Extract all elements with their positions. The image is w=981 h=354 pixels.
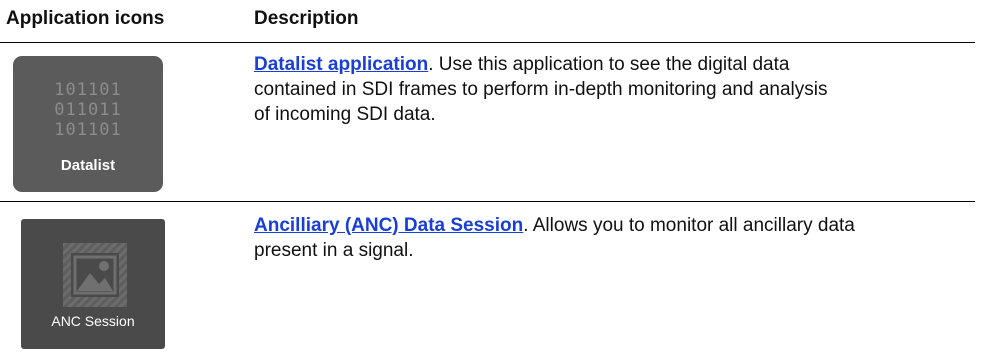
description-text: . Use this application to see the digita…	[428, 54, 790, 75]
column-header-application-icons: Application icons	[6, 8, 165, 29]
image-placeholder-icon	[63, 243, 127, 307]
binary-line: 101101	[54, 120, 122, 140]
description-line: Datalist application. Use this applicati…	[254, 52, 894, 77]
binary-line: 101101	[54, 80, 122, 100]
description-text: . Allows you to monitor all ancillary da…	[523, 215, 855, 236]
datalist-icon[interactable]: 101101 011011 101101 Datalist	[13, 56, 163, 192]
description-line: contained in SDI frames to perform in-de…	[254, 79, 828, 100]
binary-digits: 101101 011011 101101	[13, 80, 163, 140]
row-divider	[0, 201, 975, 202]
description-line: present in a signal.	[254, 240, 414, 261]
header-divider	[0, 42, 975, 43]
anc-session-icon[interactable]: ANC Session	[21, 219, 165, 349]
description-line: Ancilliary (ANC) Data Session. Allows yo…	[254, 213, 974, 238]
binary-line: 011011	[54, 100, 122, 120]
column-header-description: Description	[254, 8, 359, 29]
anc-description: Ancilliary (ANC) Data Session. Allows yo…	[254, 213, 974, 263]
description-line: of incoming SDI data.	[254, 104, 436, 125]
datalist-description: Datalist application. Use this applicati…	[254, 52, 894, 127]
anc-data-session-link[interactable]: Ancilliary (ANC) Data Session	[254, 215, 523, 236]
anc-session-icon-label: ANC Session	[51, 313, 135, 329]
datalist-application-link[interactable]: Datalist application	[254, 54, 428, 75]
datalist-icon-label: Datalist	[60, 157, 116, 174]
